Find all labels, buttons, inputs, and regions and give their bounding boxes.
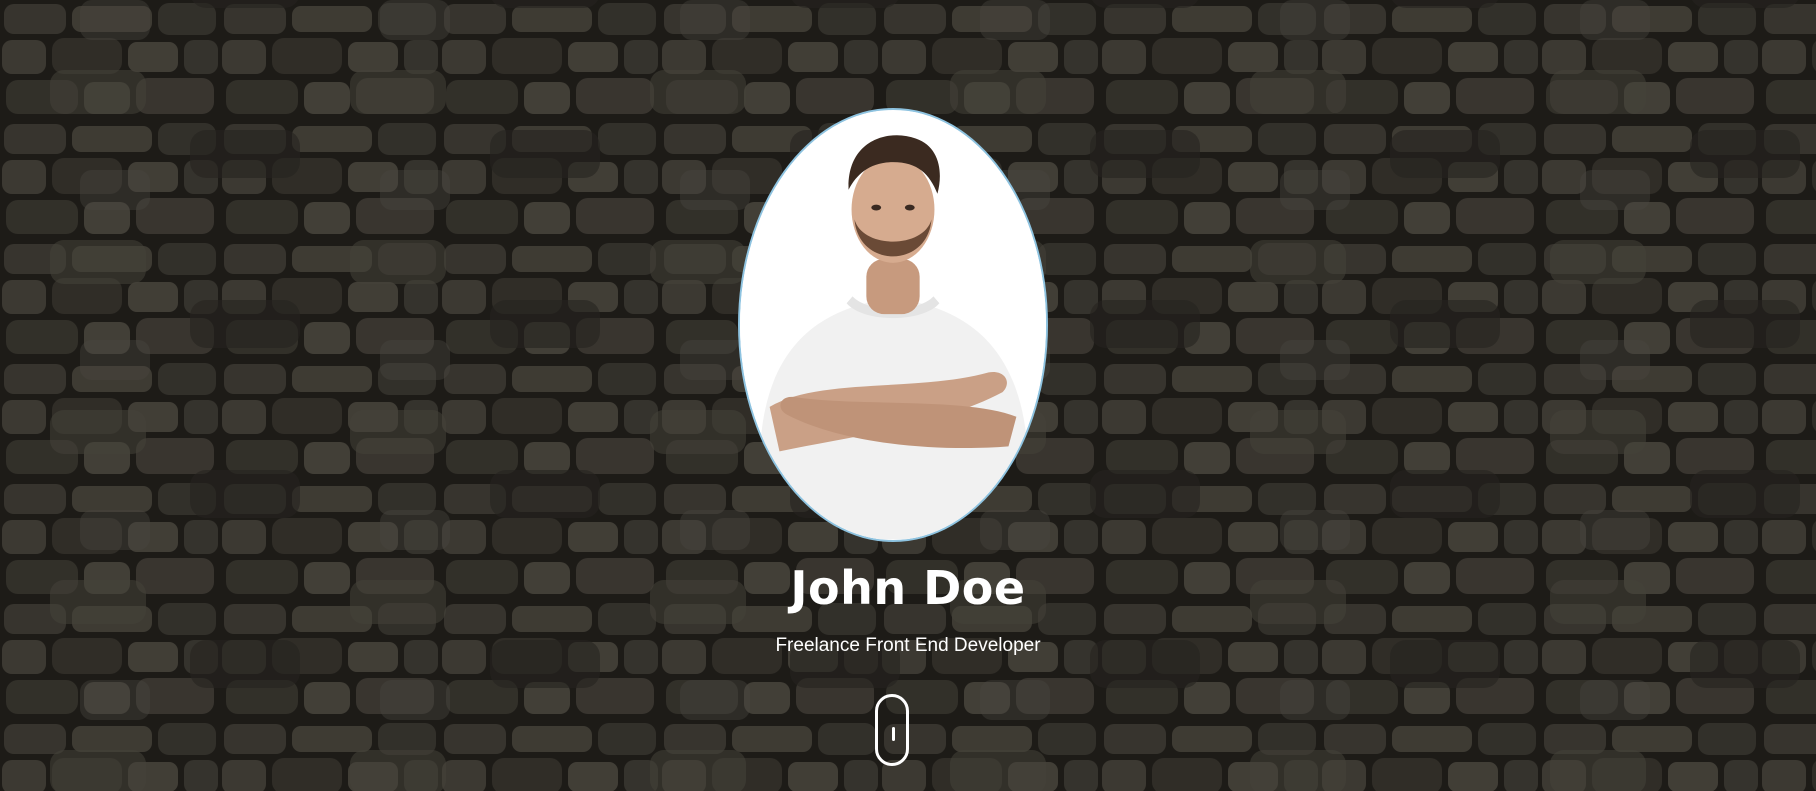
person-illustration	[740, 110, 1046, 540]
profile-photo	[738, 108, 1048, 542]
hero-content: John Doe Freelance Front End Developer	[0, 0, 1816, 791]
scroll-wheel-icon	[892, 727, 895, 741]
profile-tagline: Freelance Front End Developer	[775, 635, 1041, 656]
mouse-scroll-icon[interactable]	[875, 694, 909, 766]
hero-section: John Doe Freelance Front End Developer	[0, 0, 1816, 791]
profile-name: John Doe	[790, 561, 1026, 615]
